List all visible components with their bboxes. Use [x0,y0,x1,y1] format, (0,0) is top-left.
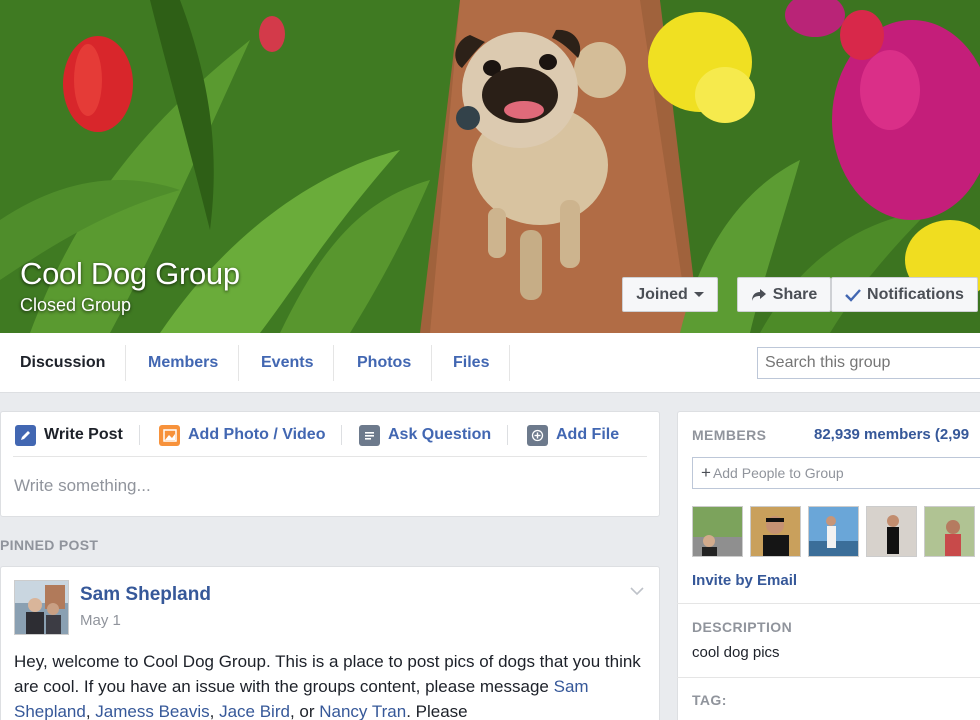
sidebar-divider [677,677,980,678]
file-plus-icon [527,424,548,446]
tab-photos[interactable]: Photos [337,345,433,381]
separator: , [85,702,96,720]
question-icon [359,424,380,446]
tab-events[interactable]: Events [241,345,335,381]
post-date[interactable]: May 1 [80,612,121,629]
add-photo-video-tab[interactable]: Add Photo / Video [159,422,343,448]
separator: , [209,702,220,720]
group-description: cool dog pics [692,644,780,661]
mention-link[interactable]: Nancy Tran [319,702,406,720]
member-avatar[interactable] [692,506,743,557]
plus-icon: + [701,463,711,482]
post-text: . Please [406,702,468,720]
member-avatar[interactable] [808,506,859,557]
pinned-post-label: PINNED POST [0,537,99,553]
write-post-tab[interactable]: Write Post [15,422,140,448]
sidebar-divider [677,603,980,604]
group-privacy-label: Closed Group [20,295,132,315]
separator: , or [289,702,320,720]
write-something-input[interactable]: Write something... [14,476,151,496]
avatar[interactable] [14,580,69,635]
invite-by-email-link[interactable]: Invite by Email [692,572,797,589]
mention-link[interactable]: Jamess Beavis [95,702,209,720]
divider [507,425,509,445]
add-file-tab[interactable]: Add File [527,422,619,448]
checkmark-icon [845,288,861,302]
search-group-input[interactable] [757,347,980,379]
share-label: Share [772,285,818,303]
description-heading: DESCRIPTION [692,619,793,635]
members-count-link[interactable]: 82,939 members (2,99 [814,426,969,443]
pencil-icon [15,424,36,446]
tab-members[interactable]: Members [128,345,240,381]
post-composer: Write Post Add Photo / Video Ask Questio… [0,411,660,517]
add-people-placeholder: Add People to Group [712,465,844,481]
members-heading: MEMBERS [692,427,767,443]
tab-files[interactable]: Files [433,345,511,381]
notifications-label: Notifications [867,285,964,303]
photo-icon [159,424,180,446]
share-arrow-icon [751,288,766,301]
joined-label: Joined [636,285,688,303]
write-post-label: Write Post [44,426,123,443]
post-body: Hey, welcome to Cool Dog Group. This is … [14,649,646,720]
notifications-button[interactable]: Notifications [831,277,978,312]
member-thumbnails [692,506,975,557]
joined-button[interactable]: Joined [622,277,718,312]
divider [138,425,140,445]
composer-tabs: Write Post Add Photo / Video Ask Questio… [1,412,661,456]
add-photo-label: Add Photo / Video [188,426,326,443]
mention-link[interactable]: Jace Bird [219,702,290,720]
composer-divider [13,456,647,457]
share-button[interactable]: Share [737,277,831,312]
caret-down-icon [693,292,704,297]
group-name[interactable]: Cool Dog Group [20,256,240,292]
post-text: Hey, welcome to Cool Dog Group. This is … [14,652,641,696]
divider [341,425,343,445]
post-author-name[interactable]: Sam Shepland [80,584,211,606]
add-people-input[interactable]: + Add People to Group [692,457,980,489]
ask-question-tab[interactable]: Ask Question [359,422,509,448]
ask-question-label: Ask Question [388,426,492,443]
cover-photo: Cool Dog Group Closed Group Joined Share… [0,0,980,333]
member-avatar[interactable] [750,506,801,557]
add-file-label: Add File [556,426,620,443]
member-avatar[interactable] [866,506,917,557]
tag-heading: TAG: [692,692,727,708]
chevron-down-icon[interactable] [629,586,645,596]
member-avatar[interactable] [924,506,975,557]
tab-discussion[interactable]: Discussion [0,345,127,381]
